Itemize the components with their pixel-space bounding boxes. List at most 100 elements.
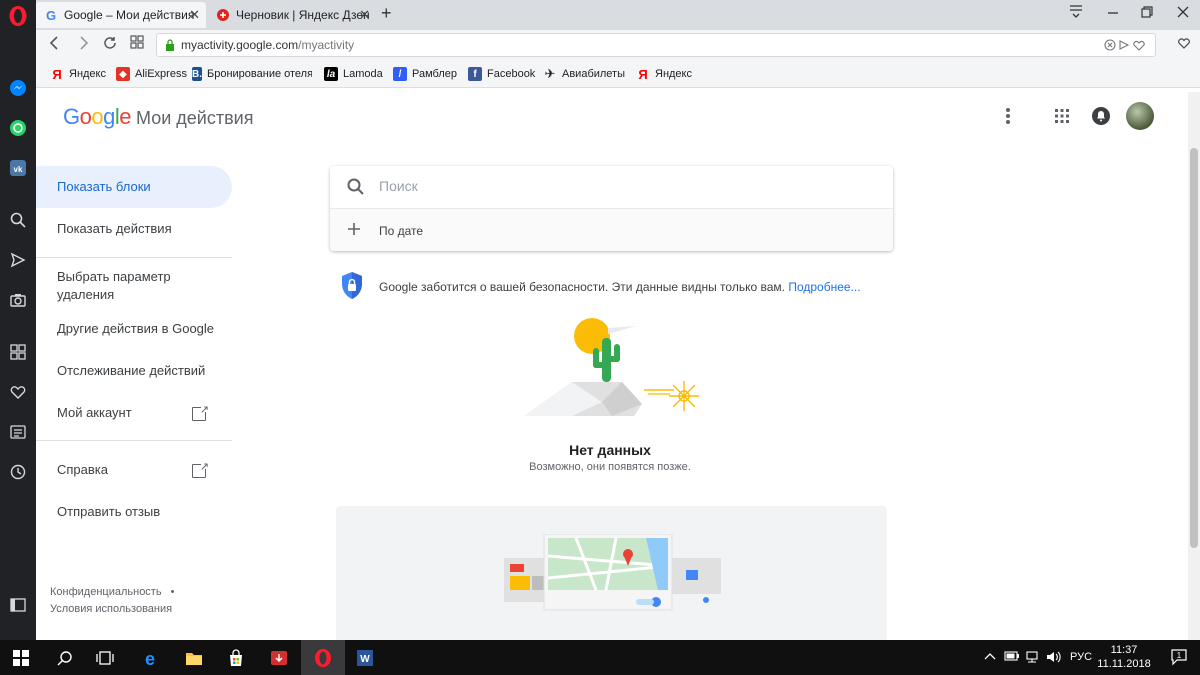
nav-show-activity[interactable]: Показать действия bbox=[36, 220, 232, 238]
messenger-icon[interactable] bbox=[8, 78, 28, 98]
edge-icon[interactable]: e bbox=[140, 649, 160, 667]
nav-divider bbox=[36, 440, 232, 441]
apps-grid-icon[interactable] bbox=[1054, 108, 1070, 129]
empty-state-subtitle: Возможно, они появятся позже. bbox=[529, 461, 691, 473]
vk-icon[interactable]: vk bbox=[8, 158, 28, 178]
nav-label: Показать блоки bbox=[57, 179, 151, 194]
volume-icon[interactable] bbox=[1046, 651, 1062, 666]
bookmark-aviabilety[interactable]: ✈ Авиабилеты bbox=[543, 66, 625, 82]
tab-close-icon[interactable]: ✕ bbox=[189, 7, 200, 23]
restore-icon[interactable] bbox=[1140, 5, 1154, 23]
page-content: Google Мои действия Показать блоки Показ… bbox=[36, 92, 1188, 640]
language-indicator[interactable]: РУС bbox=[1070, 651, 1092, 663]
privacy-text: Google заботится о вашей безопасности. Э… bbox=[379, 280, 861, 294]
task-view-icon[interactable] bbox=[95, 649, 115, 667]
tab-menu-icon[interactable] bbox=[1068, 4, 1084, 22]
whatsapp-icon[interactable] bbox=[8, 118, 28, 138]
nav-send-feedback[interactable]: Отправить отзыв bbox=[36, 503, 232, 521]
forward-icon[interactable] bbox=[76, 35, 90, 56]
bookmarks-bar: Я Яндекс ◆ AliExpress B. Бронирование отеля… bbox=[36, 60, 1200, 88]
send-icon[interactable] bbox=[8, 250, 28, 270]
bookmark-heart-icon[interactable] bbox=[1177, 36, 1191, 53]
empty-state-title: Нет данных bbox=[569, 442, 651, 458]
secure-lock-icon bbox=[166, 39, 174, 51]
heart-icon[interactable] bbox=[8, 382, 28, 402]
tab-close-icon[interactable]: ✕ bbox=[359, 7, 370, 23]
download-manager-icon[interactable] bbox=[269, 649, 289, 667]
svg-text:W: W bbox=[360, 654, 370, 665]
yandex-icon: Я bbox=[52, 66, 62, 82]
promo-card bbox=[336, 506, 887, 640]
yandex-icon: Я bbox=[638, 66, 648, 82]
opera-taskbar-icon[interactable] bbox=[313, 649, 333, 667]
url-actions bbox=[1103, 37, 1147, 56]
word-icon[interactable]: W bbox=[355, 649, 375, 667]
aliexpress-icon: ◆ bbox=[116, 67, 130, 81]
tabs-grid-icon[interactable] bbox=[130, 35, 144, 54]
lamoda-icon: la bbox=[324, 67, 338, 81]
nav-delete-option[interactable]: Выбрать параметр удаления bbox=[36, 268, 206, 304]
bookmark-yandex-2[interactable]: Я Яндекс bbox=[636, 66, 692, 82]
page-scrollbar[interactable] bbox=[1188, 92, 1200, 640]
booking-icon: B. bbox=[192, 67, 202, 81]
learn-more-link[interactable]: Подробнее... bbox=[788, 280, 860, 294]
back-icon[interactable] bbox=[48, 35, 62, 56]
search-icon[interactable] bbox=[8, 210, 28, 230]
windows-taskbar: e W РУС 11:37 11.11.2018 1 bbox=[0, 640, 1200, 675]
add-filter-icon bbox=[347, 218, 361, 242]
notification-count: 1 bbox=[1177, 651, 1182, 660]
google-logo[interactable]: Google bbox=[63, 104, 132, 130]
close-window-icon[interactable] bbox=[1176, 5, 1190, 23]
search-input[interactable]: Поиск bbox=[379, 178, 418, 194]
bookmark-lamoda[interactable]: la Lamoda bbox=[324, 66, 383, 82]
nav-my-account[interactable]: Мой аккаунт bbox=[36, 401, 232, 422]
nav-divider bbox=[36, 257, 232, 258]
open-external-icon bbox=[192, 458, 209, 478]
battery-icon[interactable] bbox=[1004, 651, 1020, 664]
bookmark-rambler[interactable]: / Рамблер bbox=[393, 66, 457, 82]
search-icon[interactable] bbox=[56, 649, 74, 667]
bookmark-facebook[interactable]: f Facebook bbox=[468, 66, 535, 82]
action-center-icon[interactable]: 1 bbox=[1170, 648, 1188, 669]
system-clock[interactable]: 11:37 11.11.2018 bbox=[1094, 643, 1154, 671]
camera-icon[interactable] bbox=[8, 290, 28, 310]
search-row[interactable]: Поиск bbox=[330, 166, 893, 208]
network-icon[interactable] bbox=[1024, 651, 1040, 666]
nav-label: Мой аккаунт bbox=[57, 405, 132, 420]
bookmark-yandex[interactable]: Я Яндекс bbox=[50, 66, 106, 82]
nav-other-activity[interactable]: Другие действия в Google bbox=[36, 320, 232, 338]
history-icon[interactable] bbox=[8, 462, 28, 482]
reload-icon[interactable] bbox=[102, 35, 118, 56]
more-vert-icon[interactable] bbox=[1005, 106, 1011, 131]
nav-label: Отправить отзыв bbox=[57, 504, 161, 519]
google-favicon-icon: G bbox=[46, 8, 56, 22]
new-tab-button[interactable]: + bbox=[381, 3, 392, 24]
bookmark-label: Яндекс bbox=[69, 68, 106, 80]
nav-help[interactable]: Справка bbox=[36, 458, 232, 479]
sidebar-toggle-icon[interactable] bbox=[8, 595, 28, 615]
speed-dial-icon[interactable] bbox=[8, 342, 28, 362]
tab-google-activity[interactable]: G Google – Мои действия ✕ bbox=[36, 2, 206, 28]
facebook-icon: f bbox=[468, 67, 482, 81]
scrollbar-thumb[interactable] bbox=[1190, 148, 1198, 548]
filter-by-date[interactable]: По дате bbox=[330, 208, 893, 251]
tray-expand-icon[interactable] bbox=[984, 651, 996, 664]
nav-show-blocks[interactable]: Показать блоки bbox=[36, 166, 232, 208]
news-icon[interactable] bbox=[8, 422, 28, 442]
file-explorer-icon[interactable] bbox=[184, 649, 204, 667]
nav-activity-controls[interactable]: Отслеживание действий bbox=[36, 362, 232, 380]
store-icon[interactable] bbox=[226, 649, 246, 667]
privacy-link[interactable]: Конфиденциальность bbox=[50, 586, 162, 598]
terms-link[interactable]: Условия использования bbox=[50, 603, 172, 615]
avatar[interactable] bbox=[1126, 102, 1154, 130]
windows-start-icon[interactable] bbox=[12, 649, 30, 667]
opera-logo-icon[interactable] bbox=[8, 6, 28, 26]
footer-separator: • bbox=[170, 586, 175, 598]
bookmark-aliexpress[interactable]: ◆ AliExpress bbox=[116, 66, 187, 82]
tab-zen-draft[interactable]: Черновик | Яндекс Дзен ✕ bbox=[208, 2, 376, 28]
minimize-icon[interactable] bbox=[1106, 5, 1120, 23]
url-path: /myactivity bbox=[298, 38, 355, 52]
notifications-icon[interactable] bbox=[1091, 106, 1111, 131]
url-field[interactable]: myactivity.google.com/myactivity bbox=[156, 33, 1156, 57]
bookmark-booking[interactable]: B. Бронирование отеля bbox=[192, 66, 312, 82]
